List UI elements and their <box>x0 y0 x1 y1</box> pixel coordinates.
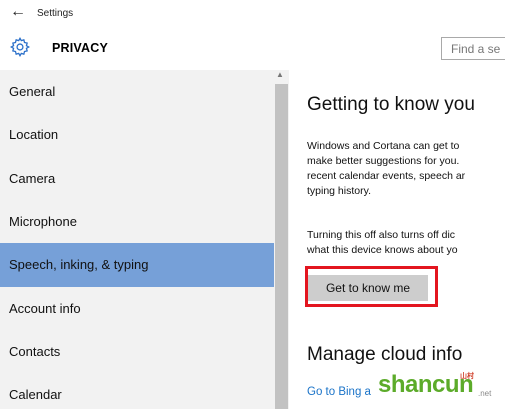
content-pane: Getting to know you Windows and Cortana … <box>289 70 505 409</box>
sidebar-item-account-info[interactable]: Account info <box>0 287 274 331</box>
sidebar-item-calendar[interactable]: Calendar <box>0 373 274 417</box>
sidebar-item-contacts[interactable]: Contacts <box>0 330 274 374</box>
search-input[interactable]: Find a se <box>441 37 505 60</box>
description-line: recent calendar events, speech ar <box>307 170 466 182</box>
sidebar-item-general[interactable]: General <box>0 70 274 114</box>
highlight-box <box>305 266 438 307</box>
description-line: make better suggestions for you. <box>307 155 460 167</box>
sidebar-item-speech-inking-typing[interactable]: Speech, inking, & typing <box>0 243 274 287</box>
section-heading: Getting to know you <box>307 94 475 115</box>
watermark-logo: shancun 山村 .net <box>378 369 505 409</box>
sidebar-item-location[interactable]: Location <box>0 113 274 157</box>
note-line: Turning this off also turns off dic <box>307 229 456 241</box>
sidebar: General Location Camera Microphone Speec… <box>0 70 289 409</box>
watermark-net: .net <box>478 389 492 398</box>
section-heading-cloud: Manage cloud info <box>307 344 463 365</box>
sidebar-item-camera[interactable]: Camera <box>0 157 274 201</box>
scrollbar-thumb[interactable] <box>275 84 288 409</box>
description-line: typing history. <box>307 185 371 197</box>
sidebar-item-microphone[interactable]: Microphone <box>0 200 274 244</box>
page-header: PRIVACY Find a se <box>0 26 505 70</box>
back-arrow-icon[interactable]: ← <box>10 3 26 21</box>
note-line: what this device knows about yo <box>307 244 458 256</box>
gear-icon <box>9 36 31 58</box>
window-title: Settings <box>37 8 74 19</box>
scroll-up-icon[interactable]: ▲ <box>276 70 284 79</box>
watermark-text: shancun <box>378 371 474 398</box>
title-bar: ← Settings <box>0 0 505 26</box>
page-title: PRIVACY <box>52 41 109 55</box>
watermark-small: 山村 <box>460 373 474 380</box>
bing-link[interactable]: Go to Bing a <box>307 386 371 398</box>
description-line: Windows and Cortana can get to <box>307 140 460 152</box>
